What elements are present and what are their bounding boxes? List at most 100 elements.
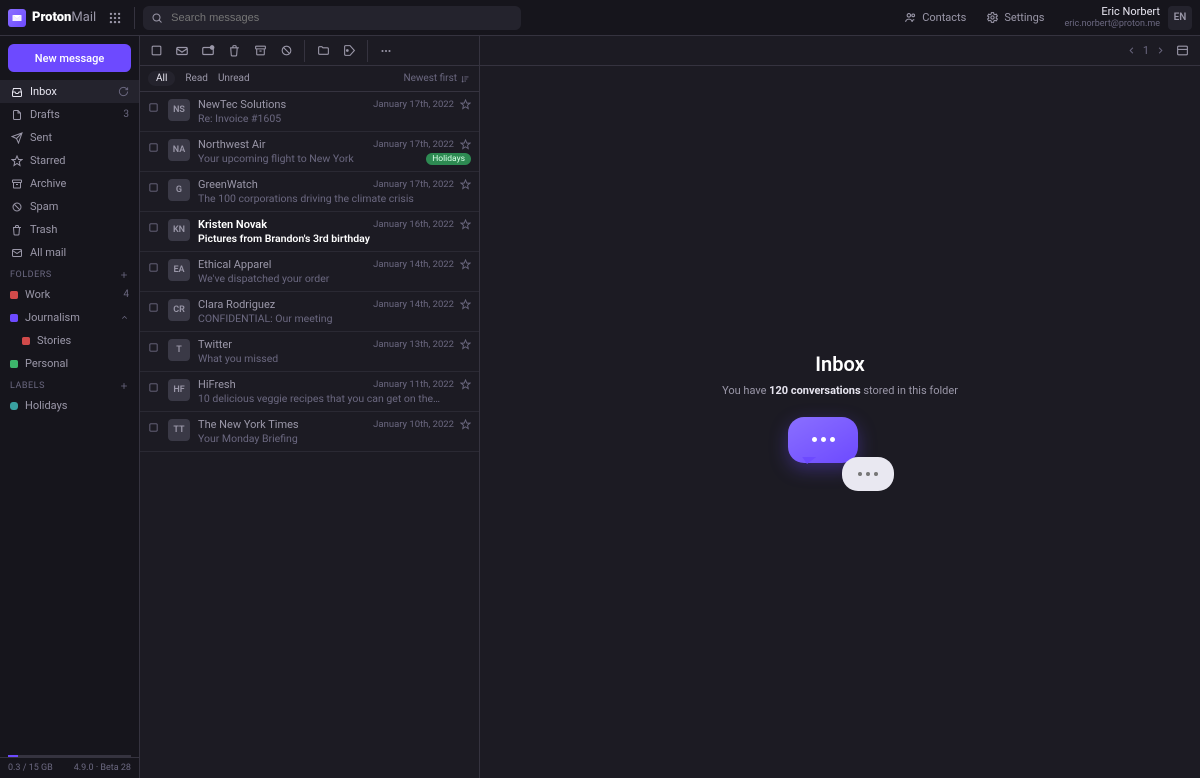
star-icon[interactable] (460, 179, 471, 190)
gear-icon (986, 11, 999, 24)
send-icon (10, 132, 23, 144)
avatar[interactable]: EN (1168, 6, 1192, 30)
folder-label: Journalism (25, 311, 113, 324)
label-holidays[interactable]: Holidays (0, 394, 139, 417)
row-checkbox[interactable] (148, 138, 160, 165)
folder-color-icon (10, 314, 18, 322)
compose-button[interactable]: New message (8, 44, 131, 72)
sort-dropdown[interactable]: Newest first (403, 73, 471, 84)
star-icon[interactable] (460, 139, 471, 150)
sidebar-item-label: Inbox (30, 85, 111, 98)
star-icon[interactable] (460, 219, 471, 230)
sender-name: The New York Times (198, 418, 367, 431)
message-date: January 10th, 2022 (373, 419, 454, 430)
message-subject: CONFIDENTIAL: Our meeting (198, 312, 471, 325)
folder-label: Work (25, 288, 116, 301)
row-checkbox[interactable] (148, 218, 160, 245)
message-row[interactable]: CRClara RodriguezJanuary 14th, 2022CONFI… (140, 292, 479, 332)
contacts-link[interactable]: Contacts (898, 7, 972, 28)
star-icon[interactable] (460, 379, 471, 390)
star-icon[interactable] (460, 259, 471, 270)
message-subject: Your upcoming flight to New York (198, 152, 420, 165)
message-row[interactable]: KNKristen NovakJanuary 16th, 2022Picture… (140, 212, 479, 252)
mark-unread-icon[interactable] (200, 43, 216, 59)
next-page-icon[interactable] (1155, 45, 1166, 56)
row-checkbox[interactable] (148, 178, 160, 205)
message-row[interactable]: HFHiFreshJanuary 11th, 202210 delicious … (140, 372, 479, 412)
filter-read[interactable]: Read (185, 73, 208, 84)
message-date: January 11th, 2022 (373, 379, 454, 390)
search-input[interactable] (169, 11, 513, 25)
folder-color-icon (10, 360, 18, 368)
speech-bubble-icon (788, 417, 858, 463)
layout-toggle-icon[interactable] (1174, 43, 1190, 59)
sidebar-item-inbox[interactable]: Inbox (0, 80, 139, 103)
account-menu[interactable]: Eric Norbert eric.norbert@proton.me EN (1058, 6, 1192, 30)
folder-stories[interactable]: Stories (0, 329, 139, 352)
sidebar-item-label: Trash (30, 223, 129, 236)
sidebar-item-archive[interactable]: Archive (0, 172, 139, 195)
sidebar-item-drafts[interactable]: Drafts3 (0, 103, 139, 126)
row-checkbox[interactable] (148, 298, 160, 325)
mark-read-icon[interactable] (174, 43, 190, 59)
sender-name: Kristen Novak (198, 218, 367, 231)
message-subject: The 100 corporations driving the climate… (198, 192, 471, 205)
filter-all[interactable]: All (148, 71, 175, 86)
add-label-icon[interactable] (119, 381, 129, 391)
empty-state: Inbox You have 120 conversations stored … (480, 66, 1200, 778)
labels-header-label: Labels (10, 381, 45, 391)
sidebar-item-spam[interactable]: Spam (0, 195, 139, 218)
message-row[interactable]: EAEthical ApparelJanuary 14th, 2022We've… (140, 252, 479, 292)
trash-icon[interactable] (226, 43, 242, 59)
message-row[interactable]: NANorthwest AirJanuary 17th, 2022Your up… (140, 132, 479, 172)
star-icon[interactable] (460, 419, 471, 430)
row-checkbox[interactable] (148, 338, 160, 365)
labels-header: Labels (0, 375, 139, 394)
star-icon[interactable] (460, 339, 471, 350)
refresh-icon[interactable] (118, 86, 129, 97)
sender-name: Ethical Apparel (198, 258, 367, 271)
sender-avatar: NA (168, 139, 190, 161)
message-subject: Your Monday Briefing (198, 432, 471, 445)
row-checkbox[interactable] (148, 418, 160, 445)
more-actions-icon[interactable] (378, 43, 394, 59)
add-folder-icon[interactable] (119, 270, 129, 280)
row-checkbox[interactable] (148, 258, 160, 285)
search-box[interactable] (143, 6, 521, 30)
sidebar-item-sent[interactable]: Sent (0, 126, 139, 149)
star-icon[interactable] (460, 99, 471, 110)
sidebar-item-starred[interactable]: Starred (0, 149, 139, 172)
spam-icon[interactable] (278, 43, 294, 59)
message-row[interactable]: TTThe New York TimesJanuary 10th, 2022Yo… (140, 412, 479, 452)
settings-link[interactable]: Settings (980, 7, 1050, 28)
folder-journalism[interactable]: Journalism (0, 306, 139, 329)
prev-page-icon[interactable] (1126, 45, 1137, 56)
sidebar-item-label: Starred (30, 154, 129, 167)
message-list: NSNewTec SolutionsJanuary 17th, 2022Re: … (140, 92, 479, 452)
select-all-checkbox[interactable] (148, 43, 164, 59)
message-row[interactable]: TTwitterJanuary 13th, 2022What you misse… (140, 332, 479, 372)
pane-toolbar: 1 (480, 36, 1200, 66)
apps-grid-icon[interactable] (104, 7, 126, 29)
label-chip: Holidays (426, 153, 471, 165)
message-row[interactable]: NSNewTec SolutionsJanuary 17th, 2022Re: … (140, 92, 479, 132)
row-checkbox[interactable] (148, 378, 160, 405)
brand-logo[interactable]: ProtonMail (8, 9, 96, 27)
star-icon[interactable] (460, 299, 471, 310)
message-subject: What you missed (198, 352, 471, 365)
sender-avatar: G (168, 179, 190, 201)
folder-personal[interactable]: Personal (0, 352, 139, 375)
move-to-folder-icon[interactable] (315, 43, 331, 59)
message-row[interactable]: GGreenWatchJanuary 17th, 2022The 100 cor… (140, 172, 479, 212)
message-date: January 16th, 2022 (373, 219, 454, 230)
sender-name: NewTec Solutions (198, 98, 367, 111)
sidebar-item-all-mail[interactable]: All mail (0, 241, 139, 264)
archive-icon[interactable] (252, 43, 268, 59)
contacts-icon (904, 11, 917, 24)
brand-text: ProtonMail (32, 10, 96, 25)
label-icon[interactable] (341, 43, 357, 59)
filter-unread[interactable]: Unread (218, 73, 250, 84)
sidebar-item-trash[interactable]: Trash (0, 218, 139, 241)
folder-work[interactable]: Work4 (0, 283, 139, 306)
row-checkbox[interactable] (148, 98, 160, 125)
